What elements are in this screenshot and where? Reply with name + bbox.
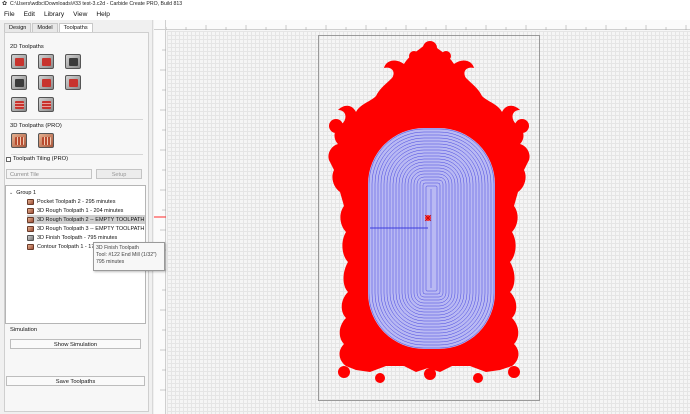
tooltip-tool: Tool: #122 End Mill (1/32") [96, 252, 157, 258]
finish-toolpath-lines [368, 128, 495, 349]
tooltip-time: 795 minutes [96, 259, 125, 265]
origin-marker-icon [424, 214, 432, 222]
toolpath-tooltip: 3D Finish Toolpath Tool: #122 End Mill (… [93, 242, 165, 271]
tooltip-title: 3D Finish Toolpath [96, 245, 139, 251]
mirror-design[interactable] [0, 0, 690, 414]
